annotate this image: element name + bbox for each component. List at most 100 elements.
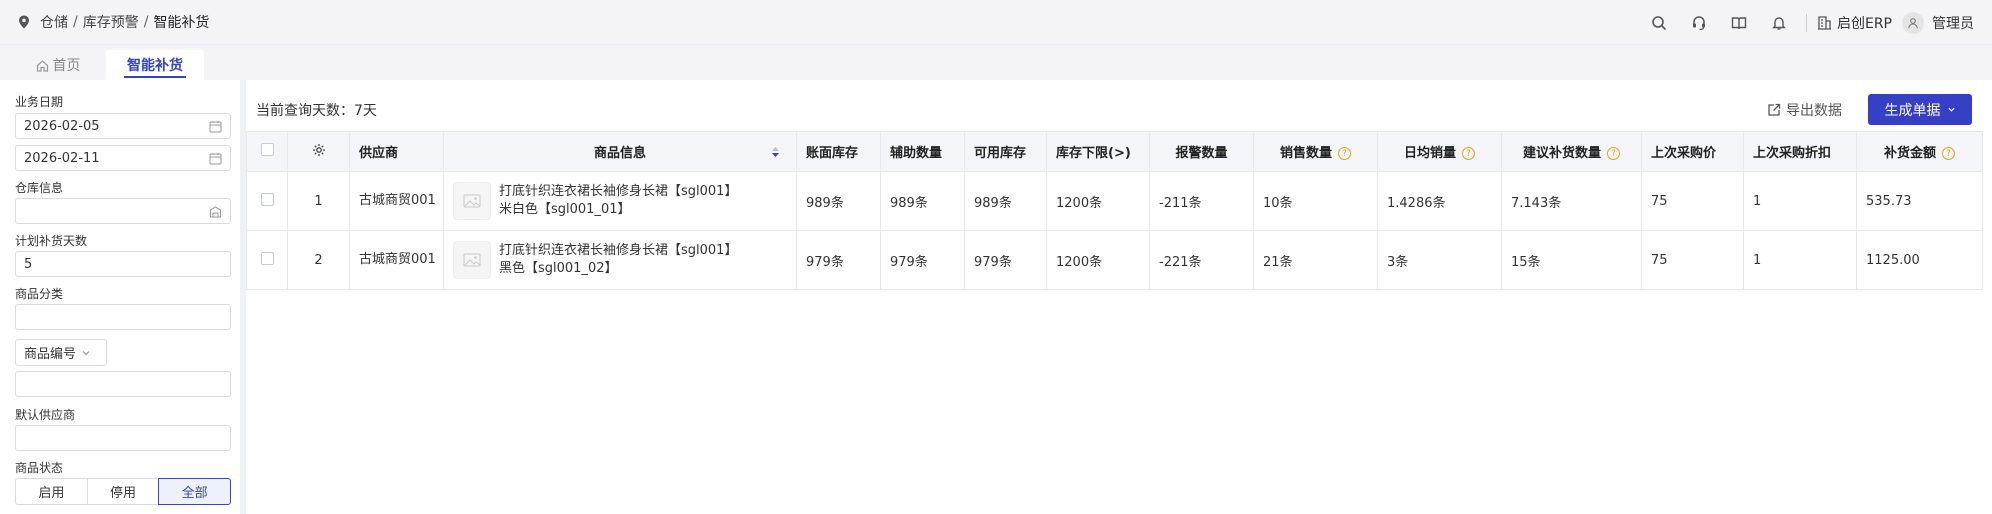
date-end-value: 2026-02-11	[24, 150, 100, 166]
col-suggest-qty-header[interactable]: 建议补货数量?	[1501, 131, 1642, 172]
cell-alarm-qty: -211条	[1149, 171, 1254, 231]
export-icon	[1768, 103, 1781, 116]
table-row[interactable]: 1 古城商贸001 打底针织连衣裙长袖修身长裙【sgl001】 米白色【sgl0…	[246, 171, 1983, 231]
select-all-checkbox[interactable]	[260, 143, 274, 156]
cell-last-discount: 1	[1743, 230, 1857, 290]
product-code-input[interactable]	[15, 371, 231, 397]
col-supplier[interactable]: 供应商	[349, 131, 444, 172]
col-sales-qty-header[interactable]: 销售数量?	[1253, 131, 1378, 172]
gear-icon[interactable]	[312, 143, 326, 157]
generate-document-button[interactable]: 生成单据	[1868, 94, 1972, 125]
product-name: 打底针织连衣裙长袖修身长裙【sgl001】	[499, 184, 738, 199]
filter-panel: 业务日期 2026-02-05 2026-02-11 仓库信息 计划补货天数 5…	[0, 80, 240, 514]
warehouse-input[interactable]	[15, 198, 231, 224]
user-icon	[1908, 17, 1918, 28]
headset-icon[interactable]	[1690, 14, 1708, 32]
plan-days-label: 计划补货天数	[15, 234, 88, 248]
help-icon[interactable]: ?	[1942, 147, 1955, 160]
chevron-down-icon	[82, 350, 90, 355]
date-start-value: 2026-02-05	[24, 118, 100, 134]
help-icon[interactable]: ?	[1462, 147, 1475, 160]
product-image-placeholder	[453, 241, 491, 279]
date-end-input[interactable]: 2026-02-11	[15, 145, 231, 171]
org-switcher[interactable]: 启创ERP	[1817, 13, 1892, 33]
row-number: 1	[287, 171, 350, 231]
date-start-input[interactable]: 2026-02-05	[15, 113, 231, 139]
cell-daily-sales: 3条	[1377, 230, 1502, 290]
help-icon[interactable]: ?	[1607, 147, 1620, 160]
plan-days-input[interactable]: 5	[15, 251, 231, 277]
cell-book-stock: 979条	[796, 230, 881, 290]
tab-smart-restock[interactable]: 智能补货	[106, 50, 204, 80]
cell-last-discount: 1	[1743, 171, 1857, 231]
product-variant: 米白色【sgl001_01】	[499, 202, 631, 217]
product-code-select[interactable]: 商品编号	[15, 339, 107, 366]
col-daily-sales: 日均销量	[1403, 146, 1456, 161]
col-aux-qty[interactable]: 辅助数量	[880, 131, 965, 172]
row-checkbox[interactable]	[260, 192, 274, 206]
supplier-label: 默认供应商	[15, 408, 76, 422]
cell-aux-qty: 989条	[880, 171, 965, 231]
cell-min-stock: 1200条	[1046, 230, 1150, 290]
table-row[interactable]: 2 古城商贸001 打底针织连衣裙长袖修身长裙【sgl001】 黑色【sgl00…	[246, 230, 1983, 290]
cell-amount: 1125.00	[1856, 230, 1983, 290]
product-variant: 黑色【sgl001_02】	[499, 261, 618, 276]
status-option-disabled[interactable]: 停用	[86, 478, 160, 505]
sort-icon[interactable]	[771, 146, 780, 158]
avatar[interactable]	[1902, 11, 1924, 34]
supplier-input[interactable]	[15, 425, 231, 451]
generate-label: 生成单据	[1884, 102, 1941, 119]
settings-header	[287, 131, 350, 172]
cell-min-stock: 1200条	[1046, 171, 1150, 231]
plan-days-value: 5	[24, 256, 33, 272]
col-amount-header[interactable]: 补货金额?	[1856, 131, 1983, 172]
header-divider	[1805, 13, 1807, 32]
query-days-text: 当前查询天数：7天	[256, 103, 377, 119]
row-number: 2	[287, 230, 350, 290]
export-button[interactable]: 导出数据	[1767, 100, 1842, 120]
col-book-stock[interactable]: 账面库存	[796, 131, 881, 172]
tab-smart-restock-label: 智能补货	[127, 58, 183, 74]
col-last-price[interactable]: 上次采购价	[1641, 131, 1744, 172]
top-bar: 仓储 / 库存预警 / 智能补货 启创ERP 管理员	[0, 0, 1992, 45]
col-alarm-qty[interactable]: 报警数量	[1149, 131, 1254, 172]
book-icon[interactable]	[1730, 14, 1748, 32]
cell-amount: 535.73	[1856, 171, 1983, 231]
search-icon[interactable]	[1650, 14, 1668, 32]
user-name[interactable]: 管理员	[1932, 13, 1974, 33]
col-last-discount[interactable]: 上次采购折扣	[1743, 131, 1857, 172]
col-daily-sales-header[interactable]: 日均销量?	[1377, 131, 1502, 172]
row-checkbox[interactable]	[260, 251, 274, 265]
cell-suggest-qty: 15条	[1501, 230, 1642, 290]
tab-home-label: 首页	[52, 58, 81, 74]
cell-supplier: 古城商贸001	[349, 171, 444, 231]
col-min-stock[interactable]: 库存下限(>)	[1046, 131, 1150, 172]
col-avail-stock[interactable]: 可用库存	[964, 131, 1047, 172]
cell-last-price: 75	[1641, 171, 1744, 231]
breadcrumb-item-current: 智能补货	[153, 15, 210, 31]
product-code-select-label: 商品编号	[24, 347, 77, 362]
export-label: 导出数据	[1786, 103, 1842, 119]
breadcrumb-item-stock-alert[interactable]: 库存预警	[83, 12, 139, 32]
image-icon	[463, 194, 481, 208]
restock-table: 供应商 商品信息 账面库存 辅助数量 可用库存 库存下限(>) 报警数量 销售数…	[246, 131, 1983, 290]
cell-product: 打底针织连衣裙长袖修身长裙【sgl001】 米白色【sgl001_01】	[443, 171, 797, 231]
category-input[interactable]	[15, 304, 231, 330]
tab-home[interactable]: 首页	[22, 50, 94, 80]
product-image-placeholder	[453, 182, 491, 220]
cell-book-stock: 989条	[796, 171, 881, 231]
col-product-info[interactable]: 商品信息	[443, 131, 797, 172]
col-suggest-qty: 建议补货数量	[1522, 146, 1601, 161]
help-icon[interactable]: ?	[1338, 147, 1351, 160]
image-icon	[463, 253, 481, 267]
row-select	[246, 171, 288, 231]
active-tab-underline	[124, 76, 186, 78]
warehouse-label: 仓库信息	[15, 181, 64, 195]
status-option-enabled[interactable]: 启用	[15, 478, 88, 505]
bell-icon[interactable]	[1770, 14, 1788, 32]
status-option-all[interactable]: 全部	[158, 478, 232, 505]
cell-sales-qty: 21条	[1253, 230, 1378, 290]
cell-sales-qty: 10条	[1253, 171, 1378, 231]
breadcrumb-item-warehouse[interactable]: 仓储	[40, 12, 68, 32]
header-actions: 启创ERP 管理员	[1628, 0, 1974, 45]
